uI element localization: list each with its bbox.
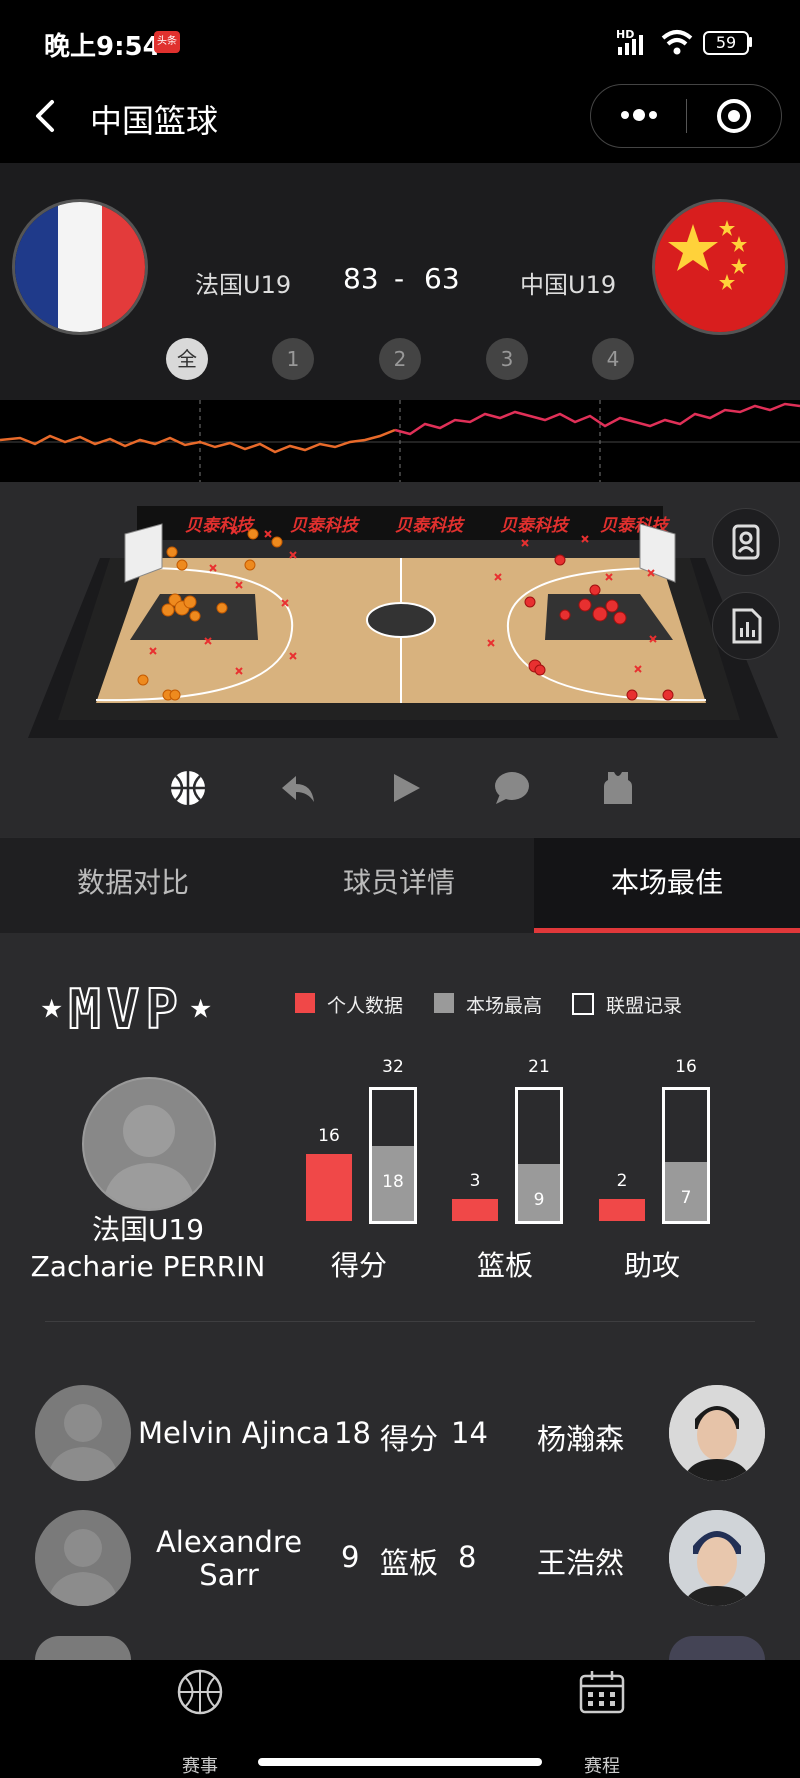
basketball-icon[interactable] [168, 768, 208, 808]
basketball-nav-icon[interactable] [176, 1668, 224, 1716]
right-player-avatar [669, 1385, 765, 1481]
right-player-avatar [669, 1636, 765, 1660]
left-player-value: 9 [341, 1540, 360, 1574]
mvp-avatar [82, 1077, 216, 1211]
mvp-label: MVP [67, 977, 184, 1042]
stat-label: 助攻 [623, 1249, 680, 1282]
tab-data-comparison[interactable]: 数据对比 [0, 838, 266, 933]
period-2[interactable]: 2 [379, 338, 421, 380]
legend-game-high: 本场最高 [466, 995, 543, 1017]
more-icon[interactable] [619, 105, 659, 125]
status-app-badge: 头条 [154, 31, 180, 53]
replay-icon[interactable] [278, 768, 318, 808]
left-player-name: Melvin Ajinca [138, 1416, 330, 1450]
jersey-icon[interactable] [598, 768, 638, 808]
legend-league: 联盟记录 [606, 995, 683, 1017]
back-icon[interactable] [28, 96, 68, 136]
bar-personal [306, 1154, 352, 1221]
player-silhouette-icon [102, 1105, 196, 1209]
bar-league-value: 21 [528, 1057, 550, 1077]
left-player-value: 18 [334, 1416, 371, 1450]
player-photo [669, 1510, 765, 1606]
ad-text: 贝泰科技 [500, 516, 571, 536]
nav-schedule[interactable]: 赛程 [562, 1752, 642, 1778]
period-1[interactable]: 1 [272, 338, 314, 380]
left-player-avatar [35, 1510, 131, 1606]
mvp-player-name: Zacharie PERRIN [30, 1250, 266, 1283]
status-time: 晚上9:54 [44, 32, 161, 62]
away-score: 63 [424, 262, 460, 295]
score-trend-chart [0, 400, 800, 482]
bar-game-high-value: 9 [533, 1190, 545, 1210]
battery-level: 59 [715, 33, 737, 52]
battery-tip [749, 37, 752, 47]
stat-category: 篮板 [380, 1546, 439, 1580]
stat-label: 得分 [330, 1249, 387, 1282]
bar-game-high-value: 18 [382, 1172, 404, 1192]
home-indicator [258, 1758, 542, 1766]
player-silhouette-icon [47, 1529, 119, 1606]
player-view-button[interactable] [712, 508, 780, 576]
ad-text: 贝泰科技 [185, 516, 256, 536]
bar-personal [452, 1199, 498, 1221]
bar-personal [599, 1199, 645, 1221]
left-player-avatar [35, 1385, 131, 1481]
period-all[interactable]: 全 [166, 338, 208, 380]
bar-personal-value: 16 [318, 1126, 340, 1146]
section-divider [45, 1321, 755, 1322]
nav-events[interactable]: 赛事 [160, 1752, 240, 1778]
player-photo [669, 1385, 765, 1481]
play-icon[interactable] [386, 768, 426, 808]
star-icon: ★ [189, 994, 213, 1025]
legend-game-high-swatch [434, 993, 454, 1013]
miniprogram-capsule [590, 84, 782, 148]
china-flag [655, 202, 785, 332]
right-player-avatar [669, 1510, 765, 1606]
battery-indicator: 59 [703, 31, 749, 55]
legend-personal-swatch [295, 993, 315, 1013]
france-flag [15, 202, 145, 332]
home-team-name: 法国U19 [195, 271, 292, 299]
shot-chart-court: 贝泰科技 贝泰科技 贝泰科技 贝泰科技 贝泰科技 [28, 506, 778, 738]
legend-league-swatch [572, 993, 594, 1015]
stats-view-button[interactable] [712, 592, 780, 660]
right-player-value: 14 [451, 1416, 488, 1450]
comment-icon[interactable] [492, 768, 532, 808]
player-silhouette-icon [47, 1404, 119, 1481]
page-title: 中国篮球 [90, 102, 219, 140]
wifi-icon [661, 30, 693, 55]
left-player-avatar [35, 1636, 131, 1660]
calendar-icon[interactable] [578, 1668, 626, 1716]
away-team-name: 中国U19 [520, 271, 617, 299]
legend-personal: 个人数据 [327, 995, 404, 1017]
tab-player-details[interactable]: 球员详情 [266, 838, 532, 933]
mvp-team: 法国U19 [91, 1213, 205, 1246]
ad-text: 贝泰科技 [290, 516, 361, 536]
score-separator: - [394, 262, 405, 295]
bar-personal-value: 3 [469, 1171, 481, 1191]
tab-best-of-game[interactable]: 本场最佳 [534, 838, 800, 933]
bar-personal-value: 2 [616, 1171, 628, 1191]
right-player-name: 杨瀚森 [537, 1422, 625, 1456]
home-score: 83 [343, 262, 379, 295]
star-icon: ★ [40, 994, 64, 1025]
left-player-name: Alexandre Sarr [155, 1525, 303, 1592]
stat-category: 得分 [380, 1422, 439, 1456]
stat-label: 篮板 [476, 1249, 533, 1282]
period-3[interactable]: 3 [486, 338, 528, 380]
bar-game-high-value: 7 [680, 1188, 692, 1208]
right-player-value: 8 [458, 1540, 477, 1574]
signal-icon [618, 35, 643, 55]
close-miniprogram-icon[interactable] [715, 97, 753, 135]
bar-league-value: 32 [382, 1057, 404, 1077]
stats-chart-icon [732, 608, 762, 644]
player-card-icon [732, 524, 760, 560]
right-player-name: 王浩然 [537, 1546, 625, 1580]
mvp-title: ★ MVP ★ [40, 977, 213, 1042]
ad-text: 贝泰科技 [395, 516, 466, 536]
ad-board: 贝泰科技 贝泰科技 贝泰科技 贝泰科技 贝泰科技 [137, 506, 671, 540]
bar-league-value: 16 [675, 1057, 697, 1077]
period-4[interactable]: 4 [592, 338, 634, 380]
